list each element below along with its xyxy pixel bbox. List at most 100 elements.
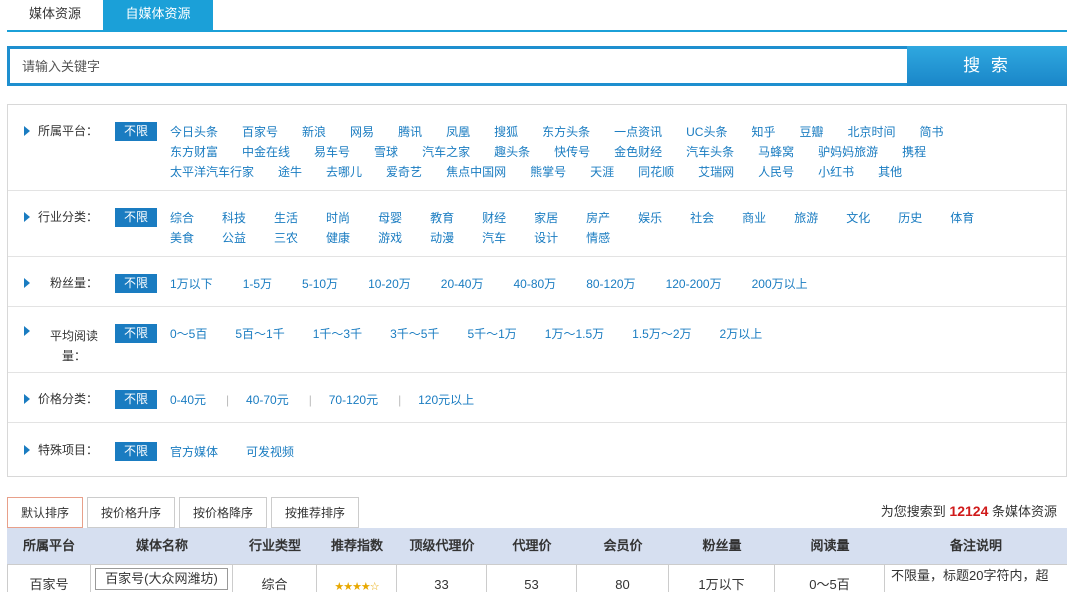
filter-option[interactable]: 雪球	[374, 142, 398, 162]
filter-option[interactable]: 120元以上	[418, 390, 474, 410]
filter-option[interactable]: 20-40万	[441, 274, 484, 294]
filter-option[interactable]: 母婴	[378, 208, 402, 228]
filter-option[interactable]: 文化	[846, 208, 870, 228]
filter-option[interactable]: 北京时间	[848, 122, 896, 142]
filter-option[interactable]: 快传号	[554, 142, 590, 162]
filter-unlimited-button[interactable]: 不限	[115, 122, 157, 141]
sort-recommend-button[interactable]: 按推荐排序	[271, 497, 359, 528]
filter-option[interactable]: 三农	[274, 228, 298, 248]
filter-option[interactable]: 40-70元	[246, 390, 289, 410]
media-name-link[interactable]: 百家号(大众网潍坊)	[95, 568, 228, 590]
filter-option[interactable]: 携程	[902, 142, 926, 162]
filter-option[interactable]: 腾讯	[398, 122, 422, 142]
filter-option[interactable]: 0～5百	[170, 324, 207, 344]
filter-option[interactable]: 途牛	[278, 162, 302, 182]
filter-option[interactable]: 社会	[690, 208, 714, 228]
filter-option[interactable]: 1万～1.5万	[545, 324, 604, 344]
filter-option[interactable]: 旅游	[794, 208, 818, 228]
filter-option[interactable]: 教育	[430, 208, 454, 228]
filter-option[interactable]: 情感	[586, 228, 610, 248]
filter-option[interactable]: 时尚	[326, 208, 350, 228]
filter-option[interactable]: 1千～3千	[313, 324, 362, 344]
filter-unlimited-button[interactable]: 不限	[115, 324, 157, 343]
sort-price-asc-button[interactable]: 按价格升序	[87, 497, 175, 528]
filter-option[interactable]: 知乎	[751, 122, 775, 142]
filter-option[interactable]: 10-20万	[368, 274, 411, 294]
filter-option[interactable]: 设计	[534, 228, 558, 248]
filter-option[interactable]: 5千～1万	[467, 324, 516, 344]
filter-option[interactable]: 汽车头条	[686, 142, 734, 162]
filter-unlimited-button[interactable]: 不限	[115, 208, 157, 227]
filter-option[interactable]: 小红书	[818, 162, 854, 182]
filter-option[interactable]: 爱奇艺	[386, 162, 422, 182]
filter-option[interactable]: 1.5万～2万	[632, 324, 691, 344]
filter-option[interactable]: 科技	[222, 208, 246, 228]
filter-option[interactable]: 去哪儿	[326, 162, 362, 182]
sort-price-desc-button[interactable]: 按价格降序	[179, 497, 267, 528]
filter-option[interactable]: 5-10万	[302, 274, 338, 294]
filter-option[interactable]: 5百～1千	[235, 324, 284, 344]
filter-option[interactable]: 3千～5千	[390, 324, 439, 344]
filter-option[interactable]: 百家号	[242, 122, 278, 142]
filter-option[interactable]: 120-200万	[666, 274, 722, 294]
search-button[interactable]: 搜 索	[907, 46, 1067, 86]
filter-option[interactable]: 官方媒体	[170, 442, 218, 462]
filter-option[interactable]: 网易	[350, 122, 374, 142]
filter-option[interactable]: 80-120万	[586, 274, 635, 294]
filter-option[interactable]: 70-120元	[329, 390, 378, 410]
filter-option[interactable]: 40-80万	[513, 274, 556, 294]
filter-option[interactable]: 熊掌号	[530, 162, 566, 182]
filter-option[interactable]: 1-5万	[243, 274, 272, 294]
filter-option[interactable]: 中金在线	[242, 142, 290, 162]
filter-option[interactable]: 1万以下	[170, 274, 213, 294]
filter-option[interactable]: 财经	[482, 208, 506, 228]
filter-option[interactable]: 历史	[898, 208, 922, 228]
filter-option[interactable]: 天涯	[590, 162, 614, 182]
filter-option[interactable]: 汽车	[482, 228, 506, 248]
filter-option[interactable]: 美食	[170, 228, 194, 248]
filter-option[interactable]: 其他	[878, 162, 902, 182]
filter-unlimited-button[interactable]: 不限	[115, 442, 157, 461]
filter-option[interactable]: 焦点中国网	[446, 162, 506, 182]
filter-option[interactable]: 200万以上	[752, 274, 808, 294]
filter-option[interactable]: 易车号	[314, 142, 350, 162]
filter-option[interactable]: 一点资讯	[614, 122, 662, 142]
filter-option[interactable]: 凤凰	[446, 122, 470, 142]
filter-unlimited-button[interactable]: 不限	[115, 274, 157, 293]
filter-unlimited-button[interactable]: 不限	[115, 390, 157, 409]
filter-option[interactable]: 今日头条	[170, 122, 218, 142]
filter-option[interactable]: 0-40元	[170, 390, 206, 410]
filter-option[interactable]: 东方财富	[170, 142, 218, 162]
search-input[interactable]	[10, 49, 905, 83]
filter-option[interactable]: 人民号	[758, 162, 794, 182]
filter-option[interactable]: 豆瓣	[800, 122, 824, 142]
filter-option[interactable]: 太平洋汽车行家	[170, 162, 254, 182]
filter-option[interactable]: UC头条	[686, 122, 727, 142]
filter-option[interactable]: 艾瑞网	[698, 162, 734, 182]
filter-option[interactable]: 简书	[920, 122, 944, 142]
table-row[interactable]: 百家号 百家号(大众网潍坊) 综合 ★★★★☆ 33 53 80 1万以下 0～…	[7, 564, 1067, 592]
filter-option[interactable]: 房产	[586, 208, 610, 228]
filter-option[interactable]: 体育	[950, 208, 974, 228]
filter-option[interactable]: 驴妈妈旅游	[818, 142, 878, 162]
filter-option[interactable]: 同花顺	[638, 162, 674, 182]
filter-option[interactable]: 马蜂窝	[758, 142, 794, 162]
filter-option[interactable]: 健康	[326, 228, 350, 248]
filter-option[interactable]: 搜狐	[494, 122, 518, 142]
filter-option[interactable]: 东方头条	[542, 122, 590, 142]
tab-self-media-resources[interactable]: 自媒体资源	[103, 0, 213, 30]
filter-option[interactable]: 公益	[222, 228, 246, 248]
filter-option[interactable]: 动漫	[430, 228, 454, 248]
filter-option[interactable]: 游戏	[378, 228, 402, 248]
filter-option[interactable]: 可发视频	[246, 442, 294, 462]
filter-option[interactable]: 综合	[170, 208, 194, 228]
filter-option[interactable]: 金色财经	[614, 142, 662, 162]
filter-option[interactable]: 趣头条	[494, 142, 530, 162]
filter-option[interactable]: 生活	[274, 208, 298, 228]
filter-option[interactable]: 汽车之家	[422, 142, 470, 162]
filter-option[interactable]: 娱乐	[638, 208, 662, 228]
filter-option[interactable]: 商业	[742, 208, 766, 228]
tab-media-resources[interactable]: 媒体资源	[7, 0, 103, 30]
filter-option[interactable]: 2万以上	[720, 324, 763, 344]
filter-option[interactable]: 家居	[534, 208, 558, 228]
